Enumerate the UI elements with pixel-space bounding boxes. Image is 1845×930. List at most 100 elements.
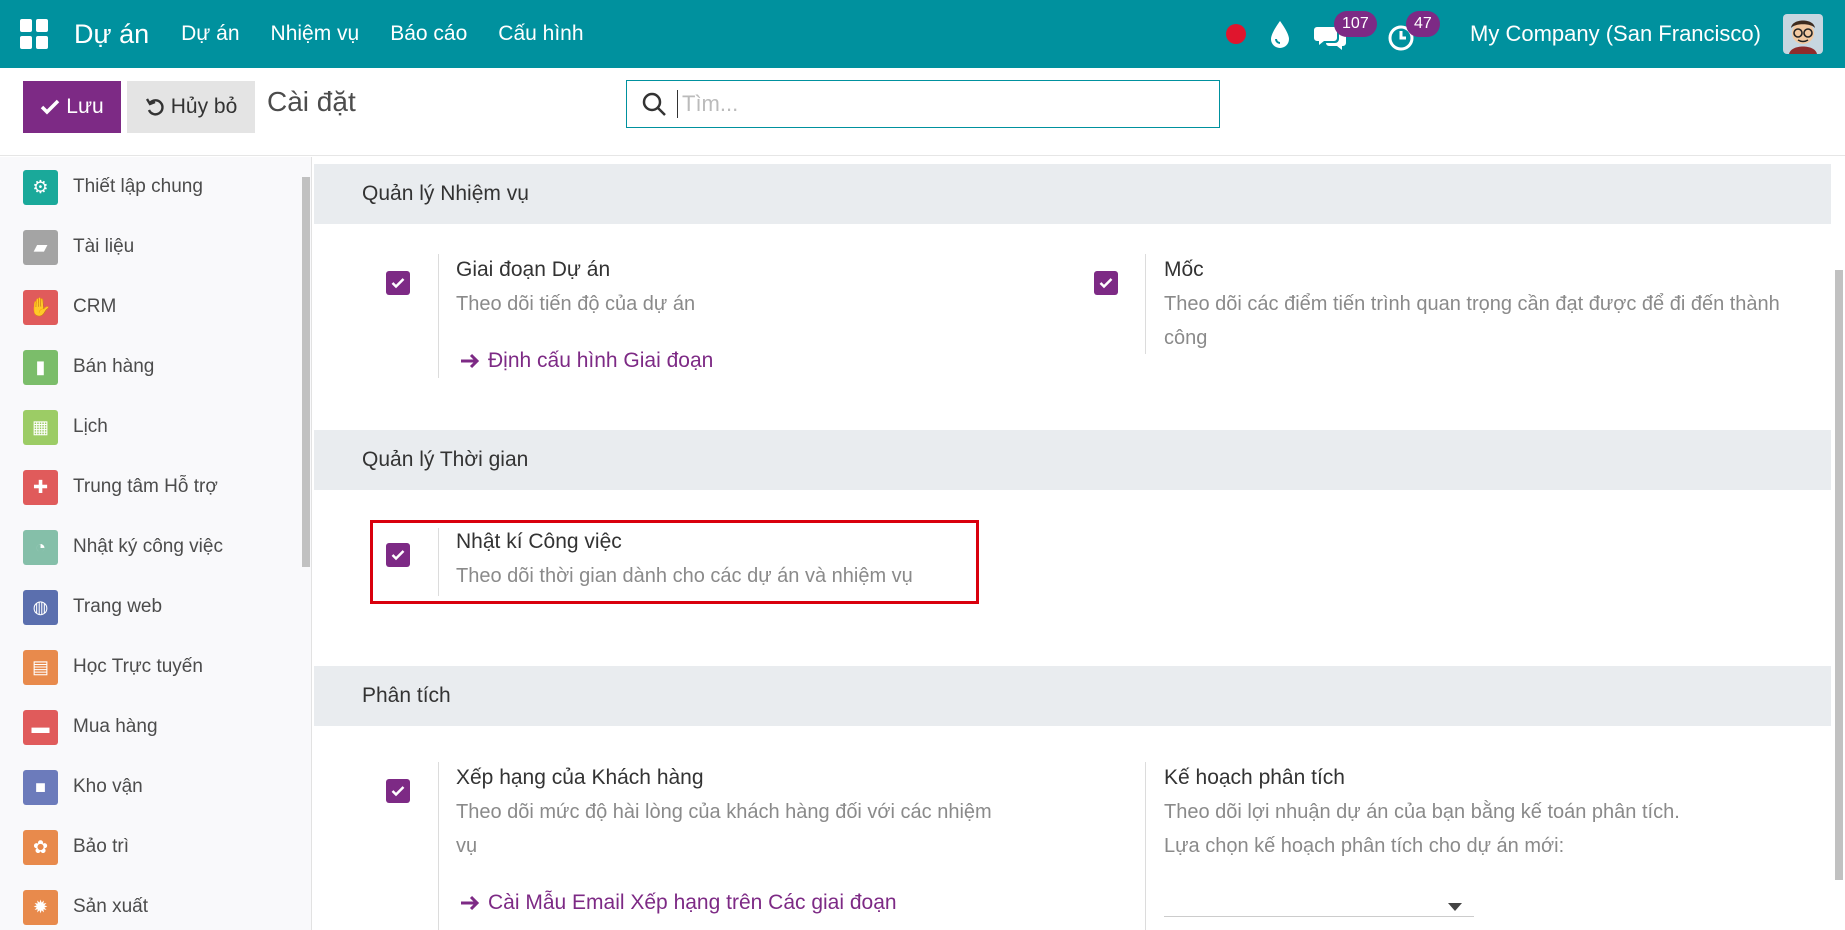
sidebar-item-label: Bảo trì	[73, 836, 129, 857]
maintenance-icon: ✿	[23, 829, 58, 865]
undo-icon	[145, 98, 164, 116]
messages-button[interactable]: 107	[1314, 11, 1377, 51]
handshake-icon: ✋	[23, 289, 58, 325]
sidebar-item-label: Tài liệu	[73, 236, 135, 257]
top-navbar: Dự án Dự án Nhiệm vụ Báo cáo Cấu hình 10…	[0, 0, 1845, 68]
configure-stages-label: Định cấu hình Giai đoạn	[488, 349, 714, 372]
search-input[interactable]	[677, 90, 1177, 118]
arrow-right-icon	[461, 353, 480, 369]
messages-badge: 107	[1334, 11, 1377, 37]
gear-icon: ⚙	[23, 169, 58, 205]
manufacturing-icon: ✹	[23, 889, 58, 925]
sidebar-item-label: Kho vận	[73, 776, 143, 797]
settings-content: Quản lý Nhiệm vụ Giai đoạn Dự án Theo dõ…	[314, 157, 1831, 930]
sidebar-item-label: Nhật ký công việc	[73, 536, 223, 557]
section-header-time: Quản lý Thời gian	[314, 430, 1831, 490]
activities-badge: 47	[1406, 11, 1440, 37]
setting-desc-stages: Theo dõi tiến độ của dự án	[456, 293, 696, 315]
sidebar-item-0[interactable]: ⚙ Thiết lập chung	[0, 157, 311, 217]
calendar-icon: ▦	[23, 409, 58, 445]
check-icon	[391, 786, 405, 797]
divider	[438, 762, 439, 930]
sidebar-item-label: Thiết lập chung	[73, 176, 203, 197]
setting-title-timesheets: Nhật kí Công việc	[456, 530, 622, 553]
control-panel: Lưu Hủy bỏ Cài đặt	[0, 68, 1845, 156]
divider	[1145, 762, 1146, 930]
sidebar-item-label: Trang web	[73, 596, 163, 617]
sidebar-item-1[interactable]: ▰ Tài liệu	[0, 217, 311, 277]
sidebar-item-label: Mua hàng	[73, 716, 158, 737]
sidebar-item-9[interactable]: ▬ Mua hàng	[0, 697, 311, 757]
checkbox-project-stages[interactable]	[386, 271, 410, 295]
elearning-icon: ▤	[23, 649, 58, 685]
save-button[interactable]: Lưu	[23, 81, 121, 133]
sidebar-item-8[interactable]: ▤ Học Trực tuyến	[0, 637, 311, 697]
menu-tasks[interactable]: Nhiệm vụ	[271, 22, 360, 46]
avatar[interactable]	[1783, 14, 1823, 54]
sidebar-item-2[interactable]: ✋ CRM	[0, 277, 311, 337]
sidebar-item-10[interactable]: ■ Kho vận	[0, 757, 311, 817]
check-icon	[391, 278, 405, 289]
discard-button[interactable]: Hủy bỏ	[127, 81, 255, 133]
folder-icon: ▰	[23, 229, 58, 265]
globe-icon: ◍	[23, 589, 58, 625]
record-icon[interactable]	[1226, 24, 1247, 44]
checkbox-customer-ratings[interactable]	[386, 779, 410, 803]
caret-down-icon	[1448, 903, 1462, 911]
card-icon: ▬	[23, 709, 58, 745]
menu-projects[interactable]: Dự án	[181, 22, 239, 46]
divider	[438, 528, 439, 596]
check-icon	[391, 550, 405, 561]
setting-desc-analytic-plan: Theo dõi lợi nhuận dự án của bạn bằng kế…	[1164, 801, 1680, 823]
sidebar-item-3[interactable]: ▮ Bán hàng	[0, 337, 311, 397]
rating-templates-label: Cài Mẫu Email Xếp hạng trên Các giai đoạ…	[488, 891, 897, 914]
sidebar-scrollbar[interactable]	[302, 177, 310, 567]
setting-title-ratings: Xếp hạng của Khách hàng	[456, 766, 704, 789]
support-icon: ✚	[23, 469, 58, 505]
apps-menu-icon[interactable]	[20, 19, 50, 49]
arrow-right-icon	[461, 895, 480, 911]
setting-desc-ratings: Theo dõi mức độ hài lòng của khách hàng …	[456, 801, 992, 857]
check-icon	[1099, 278, 1113, 289]
rating-templates-link[interactable]: Cài Mẫu Email Xếp hạng trên Các giai đoạ…	[460, 891, 897, 915]
sidebar-item-6[interactable]: ◔ Nhật ký công việc	[0, 517, 311, 577]
drop-icon[interactable]	[1268, 19, 1292, 49]
sidebar-item-12[interactable]: ✹ Sản xuất	[0, 877, 311, 930]
sidebar-item-4[interactable]: ▦ Lịch	[0, 397, 311, 457]
menu-configuration[interactable]: Cấu hình	[498, 22, 583, 46]
sidebar-item-11[interactable]: ✿ Bảo trì	[0, 817, 311, 877]
company-switcher[interactable]: My Company (San Francisco)	[1470, 21, 1761, 47]
app-brand[interactable]: Dự án	[74, 19, 149, 50]
sidebar-item-label: CRM	[73, 296, 117, 317]
timesheet-icon: ◔	[23, 529, 58, 565]
checkbox-milestones[interactable]	[1094, 271, 1118, 295]
settings-sidebar: ⚙ Thiết lập chung ▰ Tài liệu ✋ CRM ▮ Bán hàng ▦ L…	[0, 157, 312, 930]
divider	[1145, 254, 1146, 354]
save-label: Lưu	[66, 95, 104, 118]
box-icon: ■	[23, 769, 58, 805]
page-title: Cài đặt	[267, 86, 356, 117]
sidebar-item-label: Trung tâm Hỗ trợ	[73, 476, 218, 497]
setting-desc-analytic-plan-2: Lựa chọn kế hoạch phân tích cho dự án mớ…	[1164, 835, 1565, 857]
sidebar-item-label: Học Trực tuyến	[73, 656, 203, 677]
setting-title-milestones: Mốc	[1164, 258, 1204, 281]
sidebar-item-label: Bán hàng	[73, 356, 155, 377]
search-box[interactable]	[626, 80, 1220, 128]
sidebar-item-label: Lịch	[73, 416, 108, 437]
sidebar-item-label: Sản xuất	[73, 896, 148, 917]
search-icon	[642, 92, 666, 116]
configure-stages-link[interactable]: Định cấu hình Giai đoạn	[460, 349, 713, 373]
divider	[438, 254, 439, 378]
setting-desc-timesheets: Theo dõi thời gian dành cho các dự án và…	[456, 565, 913, 587]
sidebar-item-7[interactable]: ◍ Trang web	[0, 577, 311, 637]
analytic-plan-select[interactable]	[1164, 891, 1474, 917]
setting-title-analytic-plan: Kế hoạch phân tích	[1164, 766, 1345, 789]
checkbox-timesheets[interactable]	[386, 543, 410, 567]
discard-label: Hủy bỏ	[170, 95, 238, 118]
section-header-tasks: Quản lý Nhiệm vụ	[314, 164, 1831, 224]
content-scrollbar[interactable]	[1835, 270, 1843, 880]
section-header-analytics: Phân tích	[314, 666, 1831, 726]
sidebar-item-5[interactable]: ✚ Trung tâm Hỗ trợ	[0, 457, 311, 517]
menu-reports[interactable]: Báo cáo	[390, 22, 467, 46]
activities-button[interactable]: 47	[1386, 11, 1440, 51]
